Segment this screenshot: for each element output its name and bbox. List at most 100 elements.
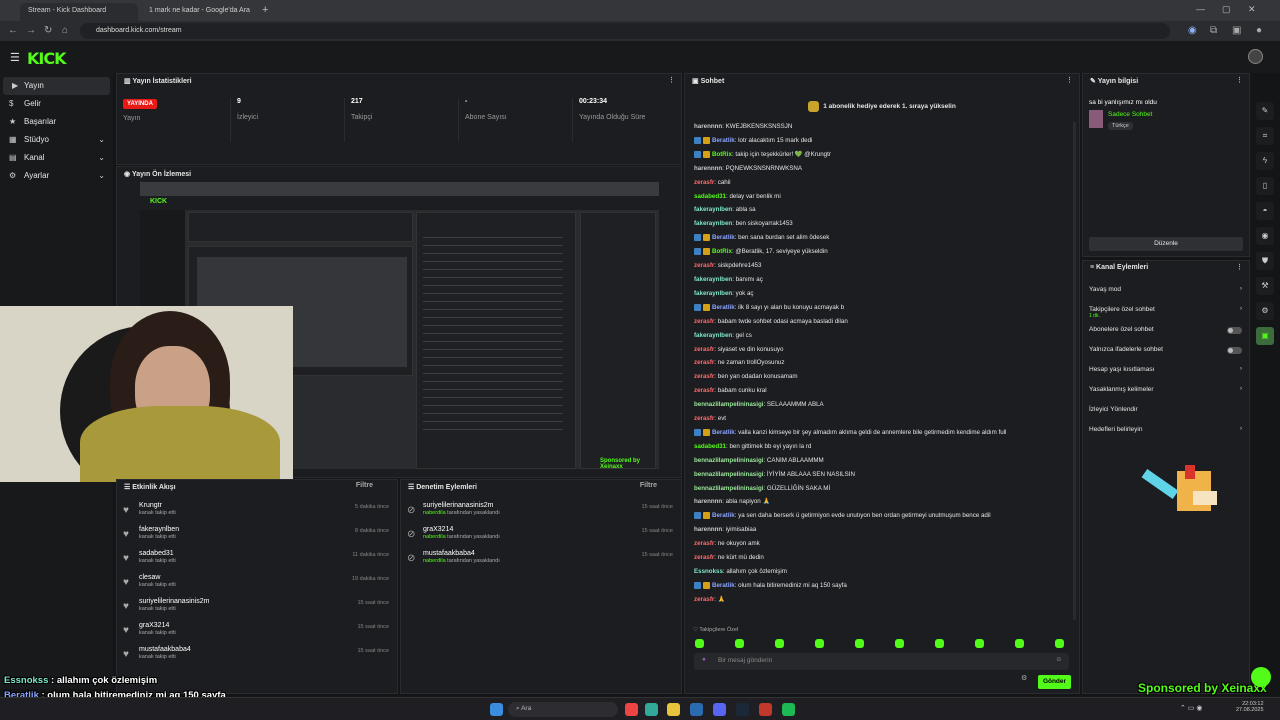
channel-action-item[interactable]: Hesap yaşı kısıtlaması › xyxy=(1083,361,1249,381)
chat-username[interactable]: BotRix xyxy=(712,151,732,158)
chat-message[interactable]: fakeraynlben: gel cs xyxy=(685,329,1073,343)
sidepanel-icon[interactable]: ▣ xyxy=(1232,25,1241,36)
more-options-icon[interactable]: ⋮ xyxy=(1236,76,1243,84)
chat-username[interactable]: sadabed31 xyxy=(694,193,726,200)
chat-username[interactable]: bennazlilampelininasigi xyxy=(694,485,763,492)
chat-username[interactable]: harennnn xyxy=(694,498,722,505)
emote-icon[interactable] xyxy=(815,639,824,648)
chat-username[interactable]: Beratlik xyxy=(712,512,735,519)
chat-username[interactable]: zerasfr xyxy=(694,318,714,325)
send-button[interactable]: Gönder xyxy=(1038,675,1071,689)
vscode-icon[interactable] xyxy=(690,703,703,716)
chat-username[interactable]: bennazlilampelininasigi xyxy=(694,471,763,478)
emote-icon[interactable] xyxy=(735,639,744,648)
chat-message[interactable]: fakeraynlben: abla sa xyxy=(685,203,1073,217)
chat-message[interactable]: harennnn: abla napiyon 🙏 xyxy=(685,495,1073,509)
chat-username[interactable]: zerasfr xyxy=(694,415,714,422)
chat-message[interactable]: harennnn: KWEJBKENSKSNSSJN xyxy=(685,120,1073,134)
emote-icon[interactable] xyxy=(855,639,864,648)
chat-message[interactable]: bennazlilampelininasigi: İYİYİM ABLAAA S… xyxy=(685,468,1073,482)
chat-message[interactable]: zerasfr: 🙏 xyxy=(685,593,1073,607)
chat-message[interactable]: BotRix: takip için teşekkürler! 💚 @Krung… xyxy=(685,148,1073,162)
broadcast-icon[interactable]: ◉ xyxy=(1256,227,1274,245)
wrench-icon[interactable]: ⚒ xyxy=(1256,277,1274,295)
emote-icon[interactable] xyxy=(895,639,904,648)
chat-username[interactable]: BotRix xyxy=(712,248,732,255)
chat-username[interactable]: Beratlik xyxy=(712,137,735,144)
stream-category[interactable]: Sadece Sohbet xyxy=(1108,111,1152,118)
channel-action-item[interactable]: Yavaş mod › xyxy=(1083,281,1249,301)
browser-tab-kick[interactable]: Stream - Kick Dashboard xyxy=(20,3,138,21)
activity-item[interactable]: ♥ fakeraynlben kanalı takip etti 8 dakika ö… xyxy=(117,526,397,550)
chat-message[interactable]: bennazlilampelininasigi: GÜZELLİĞİN SAKA… xyxy=(685,482,1073,496)
sidebar-item-basarilar[interactable]: ★ Başarılar xyxy=(0,113,113,131)
chat-message[interactable]: Beratlik: valla kanzi kimseye bir şey al… xyxy=(685,426,1073,440)
chat-message[interactable]: Beratlik: olum hala bitiremediniz mi aq … xyxy=(685,579,1073,593)
chat-message[interactable]: harennnn: PQNEWKSNSNRNWKSNA xyxy=(685,162,1073,176)
shield-icon[interactable]: ⛊ xyxy=(1256,252,1274,270)
more-options-icon[interactable]: ⋮ xyxy=(1066,76,1073,84)
chat-message[interactable]: harennnn: iyimisabiaa xyxy=(685,523,1073,537)
back-icon[interactable]: ← xyxy=(8,25,18,36)
close-window-icon[interactable]: ✕ xyxy=(1248,4,1256,15)
chat-username[interactable]: zerasfr xyxy=(694,387,714,394)
chat-message[interactable]: sadabed31: delay var benlik mi xyxy=(685,190,1073,204)
menu-icon[interactable]: ☰ xyxy=(10,51,20,64)
chat-message[interactable]: zerasfr: babam cunku kral xyxy=(685,384,1073,398)
activity-item[interactable]: ♥ mustafaakbaba4 kanalı takip etti 15 saat … xyxy=(117,646,397,670)
activity-item[interactable]: ♥ Krungtr kanalı takip etti 5 dakika önce xyxy=(117,502,397,526)
chat-username[interactable]: bennazlilampelininasigi xyxy=(694,457,763,464)
taskbar-search[interactable]: ⌕ Ara xyxy=(508,702,618,717)
chat-message[interactable]: zerasfr: siyaset ve din konusuyo xyxy=(685,343,1073,357)
emote-icon[interactable] xyxy=(695,639,704,648)
filter-button[interactable]: Filtre xyxy=(640,482,657,489)
chat-username[interactable]: Essnokss xyxy=(694,568,723,575)
chat-username[interactable]: fakeraynlben xyxy=(694,332,732,339)
home-icon[interactable]: ⌂ xyxy=(62,25,68,36)
sidebar-item-studyo[interactable]: ▦ Stüdyo ⌄ xyxy=(0,131,113,149)
lightning-icon[interactable]: ϟ xyxy=(1256,152,1274,170)
chat-message[interactable]: Beratlik: ben sana burdan set alim ödese… xyxy=(685,231,1073,245)
gear-icon[interactable]: ⚙ xyxy=(1256,302,1274,320)
channel-action-item[interactable]: İzleyici Yönlendir xyxy=(1083,401,1249,421)
chat-message[interactable]: zerasfr: ben yan odadan konusamam xyxy=(685,370,1073,384)
channel-action-item[interactable]: Hedefleri belirleyin › xyxy=(1083,421,1249,441)
chat-username[interactable]: fakeraynlben xyxy=(694,276,732,283)
chat-message[interactable]: fakeraynlben: yok aç xyxy=(685,287,1073,301)
explorer-icon[interactable] xyxy=(667,703,680,716)
browser-tab-google[interactable]: 1 mark ne kadar - Google'da Ara xyxy=(141,3,259,21)
chat-message[interactable]: Beratlik: lotr alacaktım 15 mark dedi xyxy=(685,134,1073,148)
chat-message[interactable]: zerasfr: ne zaman trollOyosunuz xyxy=(685,356,1073,370)
xbox-icon[interactable] xyxy=(645,703,658,716)
extension-icon[interactable]: ◉ xyxy=(1188,25,1197,36)
pinned-banner[interactable]: 1 abonelik hediye ederek 1. sıraya yükse… xyxy=(685,94,1079,116)
chrome-icon[interactable] xyxy=(625,703,638,716)
activity-item[interactable]: ♥ sadabed31 kanalı takip etti 11 dakika önc… xyxy=(117,550,397,574)
emoji-icon[interactable]: ☺ xyxy=(1055,656,1062,663)
chat-message[interactable]: zerasfr: evt xyxy=(685,412,1073,426)
url-input[interactable]: dashboard.kick.com/stream xyxy=(80,23,1170,39)
reload-icon[interactable]: ↻ xyxy=(44,25,52,36)
chat-username[interactable]: fakeraynlben xyxy=(694,220,732,227)
more-options-icon[interactable]: ⋮ xyxy=(668,76,675,84)
chat-username[interactable]: zerasfr xyxy=(694,554,714,561)
obs-icon[interactable] xyxy=(759,703,772,716)
chat-username[interactable]: harennnn xyxy=(694,123,722,130)
chat-username[interactable]: zerasfr xyxy=(694,179,714,186)
chat-username[interactable]: zerasfr xyxy=(694,262,714,269)
chat-input[interactable]: ● Bir mesaj gönderin ☺ xyxy=(694,653,1069,670)
chat-username[interactable]: Beratlik xyxy=(712,234,735,241)
moderation-item[interactable]: ⊘ suriyelilerinanasinis2m naberdila tarafı… xyxy=(401,502,681,526)
chat-message[interactable]: zerasfr: ne kürt mü dedin xyxy=(685,551,1073,565)
sidebar-item-kanal[interactable]: ▤ Kanal ⌄ xyxy=(0,149,113,167)
taskbar-clock[interactable]: 22:03:12 27.08.2025 xyxy=(1236,701,1264,713)
moderation-item[interactable]: ⊘ graX3214 naberdila tarafından yasaklandı… xyxy=(401,526,681,550)
emote-icon[interactable] xyxy=(975,639,984,648)
chat-message[interactable]: zerasfr: ne okuyon amk xyxy=(685,537,1073,551)
forward-icon[interactable]: → xyxy=(26,25,36,36)
new-tab-icon[interactable]: + xyxy=(262,4,268,16)
green-plugin-icon[interactable]: ▣ xyxy=(1256,327,1274,345)
emote-icon[interactable] xyxy=(775,639,784,648)
extensions-icon[interactable]: ⧉ xyxy=(1210,25,1217,36)
emote-icon[interactable] xyxy=(1055,639,1064,648)
